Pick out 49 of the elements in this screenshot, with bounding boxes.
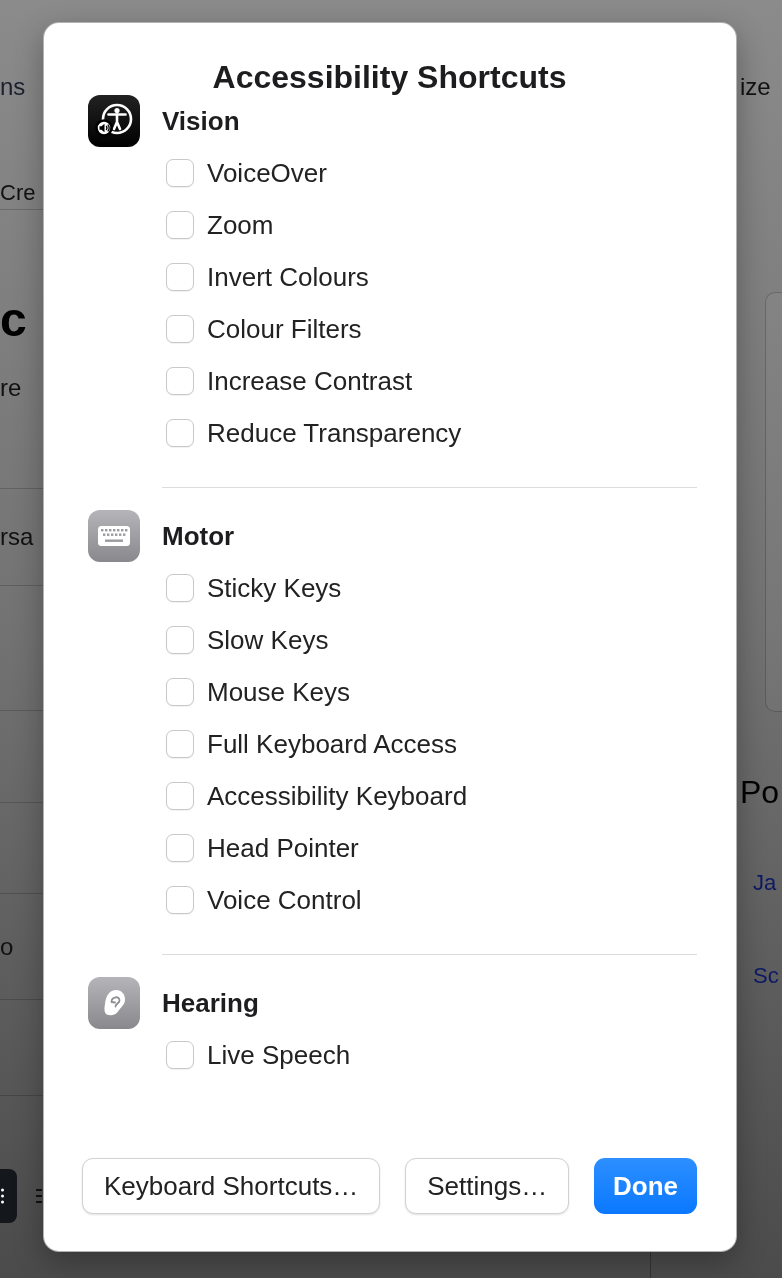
keyboard-icon [88, 510, 140, 562]
checkbox[interactable] [166, 834, 194, 862]
checkbox-label[interactable]: Full Keyboard Access [207, 728, 457, 760]
checkbox-label[interactable]: VoiceOver [207, 157, 327, 189]
checkbox-label[interactable]: Reduce Transparency [207, 417, 462, 449]
checkbox-label[interactable]: Zoom [207, 209, 274, 241]
checkbox-label[interactable]: Head Pointer [207, 832, 359, 864]
list-row-text: o [0, 931, 14, 962]
page-heading: c [0, 292, 27, 348]
checkbox-label[interactable]: Mouse Keys [207, 676, 351, 708]
checkbox[interactable] [166, 574, 194, 602]
page-text: re [0, 374, 22, 402]
checkbox[interactable] [166, 1041, 194, 1069]
section-title: Vision [162, 105, 240, 138]
checkbox-label[interactable]: Invert Colours [207, 261, 369, 293]
checkbox-label[interactable]: Live Speech [207, 1039, 351, 1071]
dots-icon [1, 1188, 4, 1204]
checkbox[interactable] [166, 678, 194, 706]
section-heading: Po [740, 773, 780, 812]
toolbar-button[interactable] [0, 1169, 17, 1223]
checkbox[interactable] [166, 263, 194, 291]
list-icon[interactable] [36, 1189, 42, 1203]
section-title: Hearing [162, 987, 259, 1020]
primary-button[interactable]: Done [594, 1158, 697, 1214]
checkbox[interactable] [166, 159, 194, 187]
checkbox-label[interactable]: Sticky Keys [207, 572, 342, 604]
checkbox-label[interactable]: Voice Control [207, 884, 362, 916]
checkbox-label[interactable]: Accessibility Keyboard [207, 780, 468, 812]
ear-icon [88, 977, 140, 1029]
checkbox[interactable] [166, 419, 194, 447]
checkbox[interactable] [166, 782, 194, 810]
checkbox[interactable] [166, 367, 194, 395]
list-row-text: rsa [0, 522, 34, 552]
dialog-button[interactable]: Settings… [405, 1158, 570, 1214]
accessibility-icon [88, 95, 140, 147]
checkbox[interactable] [166, 886, 194, 914]
checkbox[interactable] [166, 730, 194, 758]
section-title: Motor [162, 520, 235, 553]
checkbox-label[interactable]: Increase Contrast [207, 365, 413, 397]
nav-label[interactable]: ns [0, 72, 26, 102]
dialog-title: Accessibility Shortcuts [212, 59, 567, 95]
checkbox-label[interactable]: Colour Filters [207, 313, 362, 345]
header-text: ize [740, 72, 771, 102]
checkbox[interactable] [166, 315, 194, 343]
checkbox[interactable] [166, 626, 194, 654]
dialog-button[interactable]: Keyboard Shortcuts… [82, 1158, 381, 1214]
checkbox-label[interactable]: Slow Keys [207, 624, 329, 656]
tab-label[interactable]: Cre [0, 179, 36, 207]
checkbox[interactable] [166, 211, 194, 239]
